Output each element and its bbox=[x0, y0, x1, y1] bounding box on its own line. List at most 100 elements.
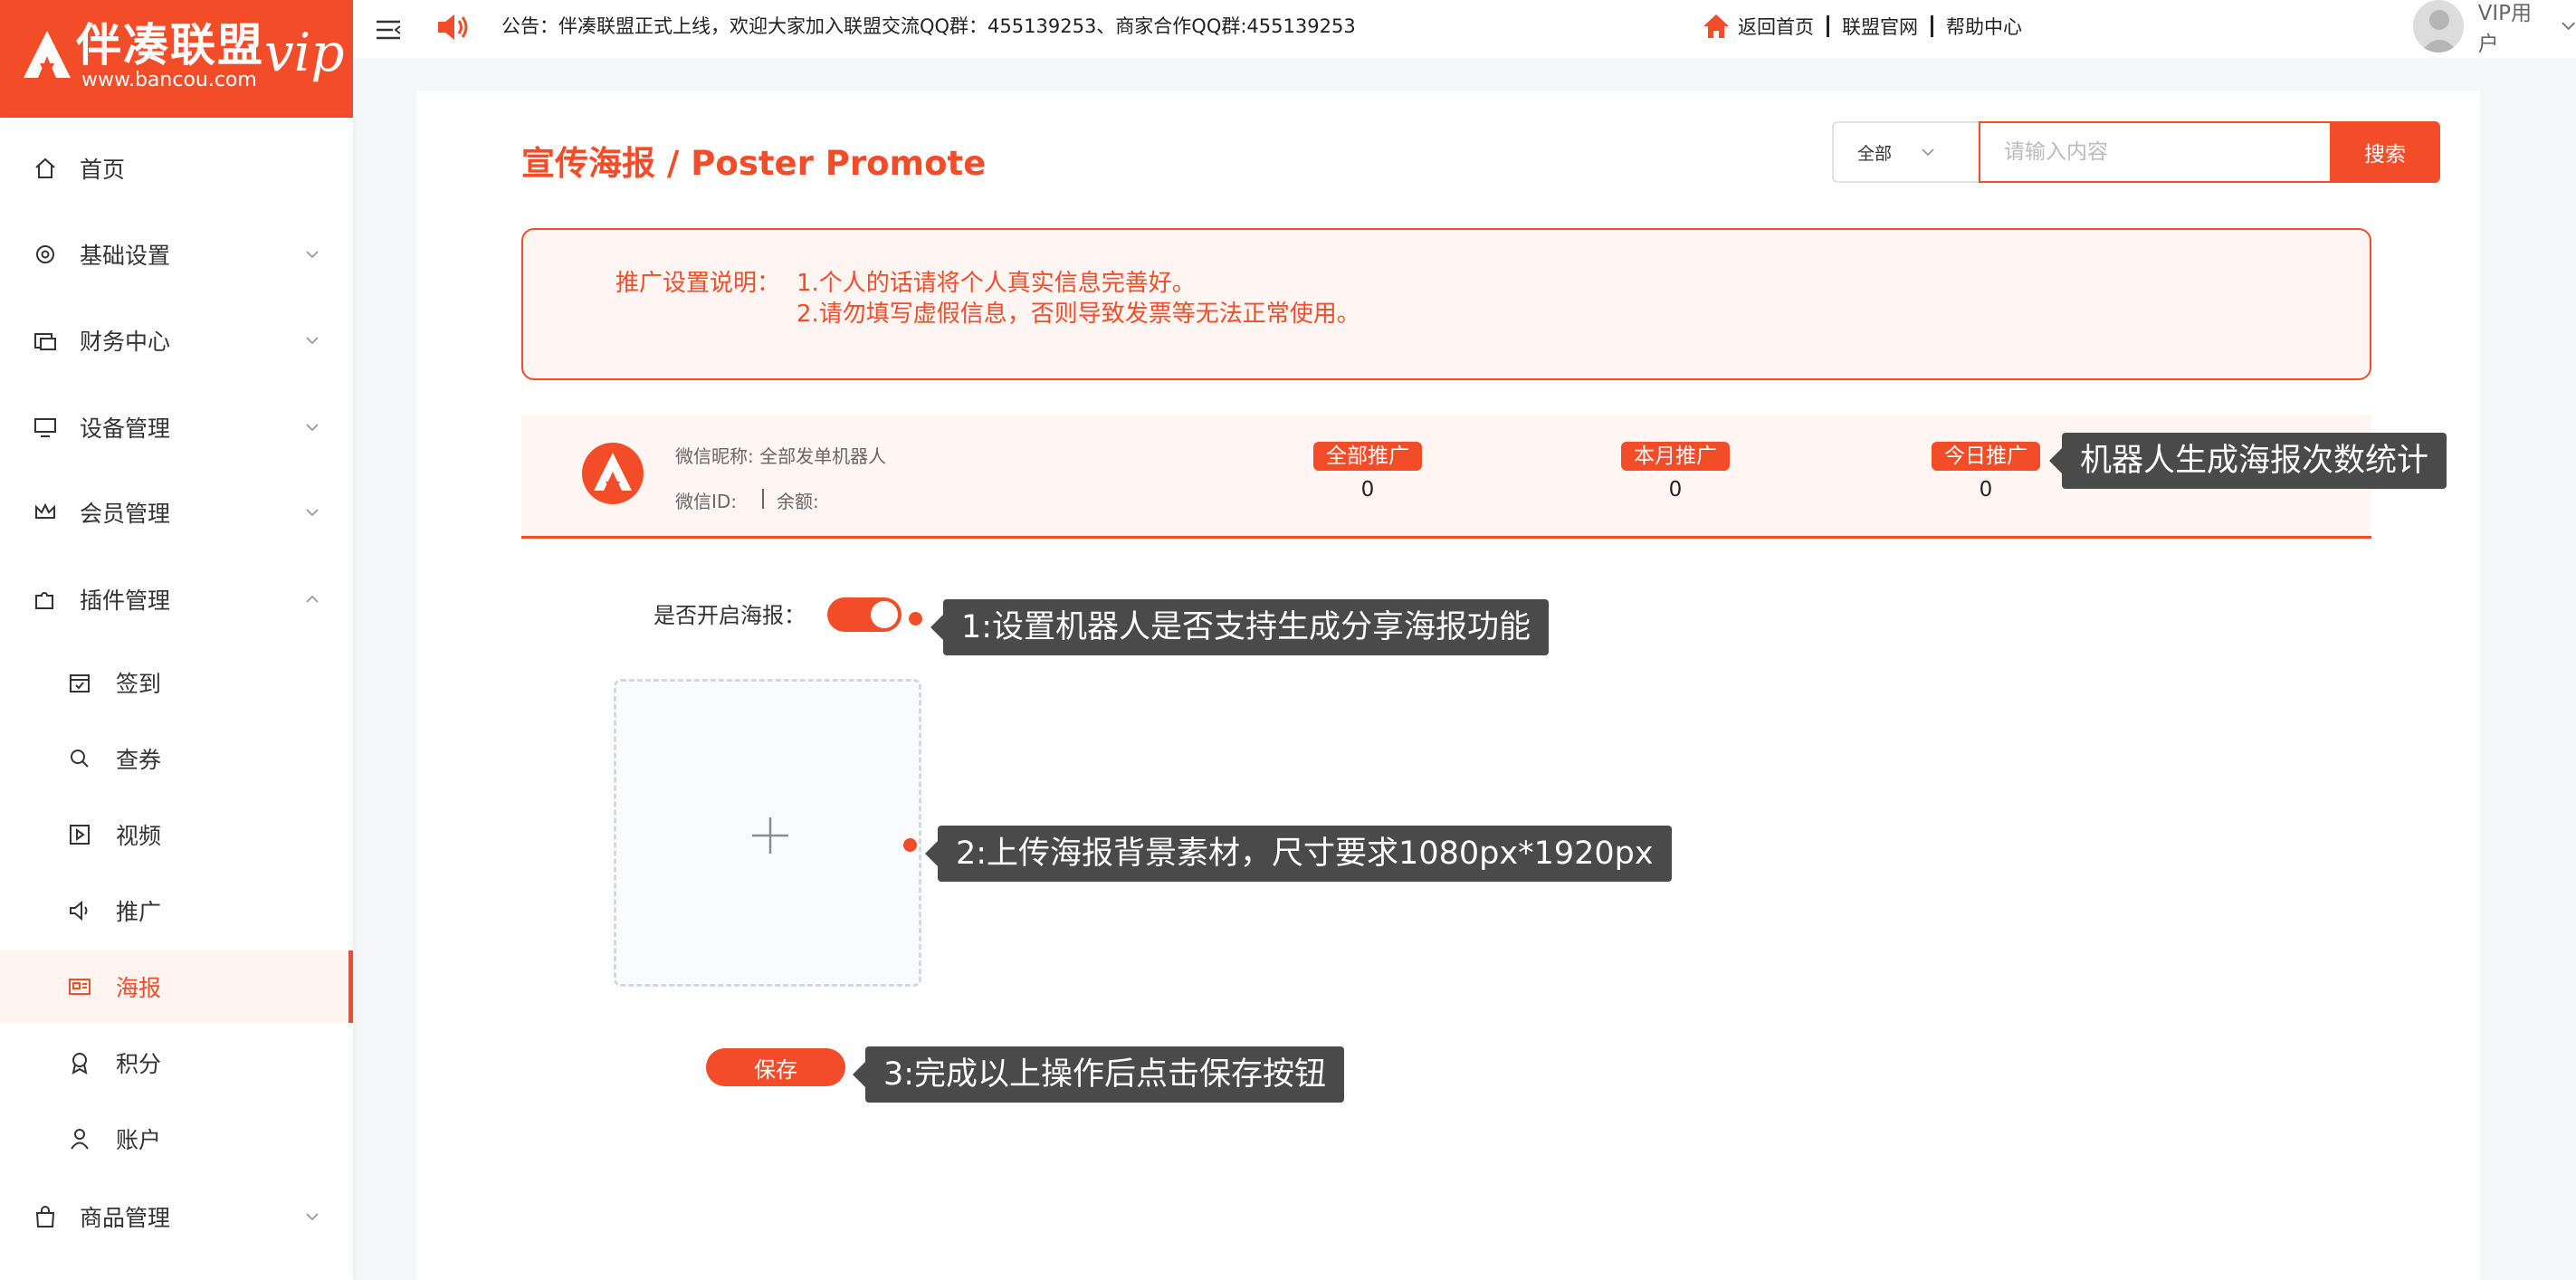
poster-upload-area[interactable] bbox=[614, 679, 921, 987]
avatar bbox=[2413, 0, 2464, 53]
notice-title: 推广设置说明： bbox=[615, 270, 781, 297]
stat-month: 本月推广 0 bbox=[1617, 442, 1734, 501]
help-center-link[interactable]: 帮助中心 bbox=[1946, 13, 2022, 40]
sidebar-item-label: 首页 bbox=[80, 157, 126, 183]
calendar-icon bbox=[70, 674, 90, 693]
sidebar-item-plugins[interactable]: 插件管理 bbox=[0, 563, 353, 635]
user-icon bbox=[71, 1129, 89, 1150]
stat-label: 全部推广 bbox=[1313, 442, 1422, 471]
save-button[interactable]: 保存 bbox=[706, 1048, 845, 1086]
stat-today: 今日推广 0 bbox=[1927, 442, 2045, 501]
sidebar-item-devices[interactable]: 设备管理 bbox=[0, 391, 353, 463]
stat-label: 本月推广 bbox=[1621, 442, 1730, 471]
notice-line: 2.请勿填写虚假信息，否则导致发票等无法正常使用。 bbox=[797, 301, 1360, 328]
sidebar-item-label: 签到 bbox=[116, 671, 162, 697]
tooltip-dot bbox=[903, 838, 917, 852]
sidebar-item-label: 商品管理 bbox=[80, 1205, 171, 1231]
megaphone-icon bbox=[70, 900, 88, 922]
sidebar: 首页 基础设置 财务中心 设备管理 会员管理 插件管理 签到 查券 视频 推广 … bbox=[0, 118, 353, 1280]
page-title: 宣传海报 / Poster Promote bbox=[521, 144, 987, 183]
sidebar-item-label: 海报 bbox=[116, 975, 162, 1001]
official-site-link[interactable]: 联盟官网 bbox=[1842, 13, 1918, 40]
chevron-down-icon bbox=[1922, 148, 1934, 157]
brand-logo[interactable]: 伴凑联盟 www.bancou.com vip bbox=[0, 0, 353, 118]
puzzle-icon bbox=[35, 592, 53, 609]
divider bbox=[1931, 15, 1933, 37]
medal-icon bbox=[72, 1053, 88, 1075]
sidebar-item-points[interactable]: 积分 bbox=[0, 1027, 353, 1099]
balance: 余额: bbox=[777, 491, 819, 512]
plus-icon bbox=[752, 817, 788, 854]
tooltip-save: 3:完成以上操作后点击保存按钮 bbox=[852, 1046, 1345, 1103]
user-menu[interactable]: VIP用户 bbox=[2413, 0, 2576, 56]
tooltip-stats: 机器人生成海报次数统计 bbox=[2048, 433, 2447, 489]
divider bbox=[762, 489, 764, 509]
sidebar-item-account[interactable]: 账户 bbox=[0, 1103, 353, 1175]
announcement-text: 公告：伴凑联盟正式上线，欢迎大家加入联盟交流QQ群：455139253、商家合作… bbox=[501, 15, 1356, 37]
robot-avatar-icon bbox=[582, 443, 644, 504]
top-bar: 公告：伴凑联盟正式上线，欢迎大家加入联盟交流QQ群：455139253、商家合作… bbox=[353, 0, 2576, 58]
video-icon bbox=[70, 825, 90, 845]
sidebar-item-label: 查券 bbox=[116, 747, 162, 773]
chevron-down-icon bbox=[306, 1213, 319, 1221]
sidebar-item-label: 会员管理 bbox=[80, 501, 171, 527]
sidebar-item-coupon[interactable]: 查券 bbox=[0, 722, 353, 795]
stat-value: 0 bbox=[1979, 478, 1993, 501]
toggle-knob bbox=[871, 601, 898, 628]
search-bar: 全部 搜索 bbox=[1832, 121, 2440, 183]
sidebar-item-products[interactable]: 商品管理 bbox=[0, 1180, 353, 1253]
sidebar-item-finance[interactable]: 财务中心 bbox=[0, 304, 353, 377]
tooltip-dot bbox=[909, 612, 922, 626]
wechat-id: 微信ID: bbox=[675, 491, 738, 512]
tooltip-toggle: 1:设置机器人是否支持生成分享海报功能 bbox=[930, 599, 1550, 655]
sidebar-item-label: 账户 bbox=[116, 1127, 162, 1153]
poster-toggle-switch[interactable] bbox=[827, 597, 902, 632]
sidebar-item-label: 设备管理 bbox=[80, 416, 171, 442]
sidebar-item-label: 插件管理 bbox=[80, 587, 171, 614]
crown-icon bbox=[35, 502, 55, 519]
stat-value: 0 bbox=[1360, 478, 1375, 501]
back-home-link[interactable]: 返回首页 bbox=[1738, 13, 1814, 40]
poster-icon bbox=[69, 979, 91, 995]
chevron-up-icon bbox=[306, 595, 319, 603]
sidebar-item-signin[interactable]: 签到 bbox=[0, 646, 353, 719]
bag-icon bbox=[35, 1206, 55, 1227]
top-links: 返回首页 联盟官网 帮助中心 bbox=[1702, 11, 2022, 42]
settings-notice: 推广设置说明： 1.个人的话请将个人真实信息完善好。 2.请勿填写虚假信息，否则… bbox=[521, 228, 2371, 380]
monitor-icon bbox=[34, 418, 56, 437]
sidebar-item-home[interactable]: 首页 bbox=[0, 132, 353, 205]
stat-total: 全部推广 0 bbox=[1309, 442, 1426, 501]
sidebar-item-label: 基础设置 bbox=[80, 243, 171, 269]
select-value: 全部 bbox=[1857, 143, 1893, 164]
sidebar-item-label: 积分 bbox=[116, 1051, 162, 1077]
brand-vip: vip bbox=[264, 22, 345, 83]
search-button[interactable]: 搜索 bbox=[2330, 121, 2440, 183]
search-input[interactable] bbox=[1979, 121, 2330, 183]
poster-toggle-label: 是否开启海报： bbox=[654, 603, 806, 628]
sidebar-item-label: 财务中心 bbox=[80, 329, 171, 355]
search-category-select[interactable]: 全部 bbox=[1832, 121, 1979, 183]
speaker-icon bbox=[438, 14, 468, 40]
sidebar-item-members[interactable]: 会员管理 bbox=[0, 476, 353, 549]
user-name: VIP用户 bbox=[2477, 2, 2533, 56]
sidebar-item-basic-settings[interactable]: 基础设置 bbox=[0, 218, 353, 291]
sidebar-item-video[interactable]: 视频 bbox=[0, 798, 353, 871]
home-icon[interactable] bbox=[1702, 13, 1731, 40]
stat-label: 今日推广 bbox=[1932, 442, 2040, 471]
chevron-down-icon bbox=[306, 251, 319, 259]
avatar-placeholder-icon bbox=[2420, 10, 2458, 53]
gear-icon bbox=[36, 245, 54, 263]
sidebar-item-label: 视频 bbox=[116, 823, 162, 849]
wechat-nickname: 微信昵称: 全部发单机器人 bbox=[675, 445, 887, 467]
menu-collapse-icon[interactable] bbox=[375, 18, 402, 42]
chevron-down-icon bbox=[2561, 22, 2575, 31]
sidebar-item-label: 推广 bbox=[116, 899, 162, 925]
tooltip-upload: 2:上传海报背景素材，尺寸要求1080px*1920px bbox=[925, 826, 1672, 882]
sidebar-item-poster[interactable]: 海报 bbox=[0, 950, 353, 1023]
sidebar-item-promote[interactable]: 推广 bbox=[0, 874, 353, 947]
stat-value: 0 bbox=[1668, 478, 1683, 501]
chevron-down-icon bbox=[306, 337, 319, 345]
notice-line: 1.个人的话请将个人真实信息完善好。 bbox=[797, 270, 1196, 297]
finance-icon bbox=[34, 333, 56, 350]
search-icon bbox=[71, 750, 89, 768]
